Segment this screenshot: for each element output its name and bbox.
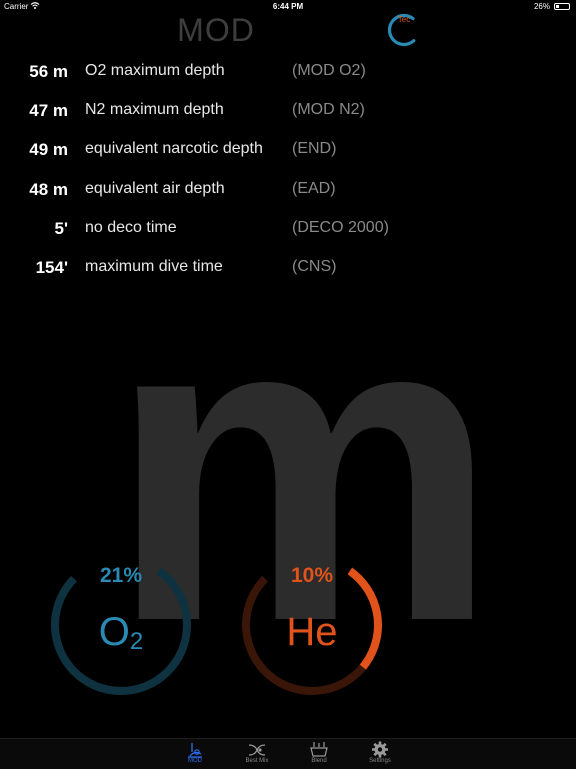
o2-gas-label: O2	[98, 610, 144, 655]
battery-percent: 26%	[533, 2, 550, 11]
row-abbr: (MOD N2)	[292, 101, 365, 118]
he-percent: 10%	[290, 564, 334, 587]
row-abbr: (MOD O2)	[292, 62, 366, 79]
tab-best-mix[interactable]: Best Mix	[232, 741, 282, 769]
row-deco: 5' no deco time (DECO 2000)	[0, 215, 576, 241]
row-abbr: (CNS)	[292, 258, 337, 275]
gear-icon	[355, 741, 405, 758]
he-gauge[interactable]: 10% He	[237, 564, 387, 714]
row-cns: 154' maximum dive time (CNS)	[0, 254, 576, 280]
he-gas-label: He	[286, 610, 338, 654]
page-title: MOD	[177, 12, 255, 48]
blend-icon	[294, 741, 344, 758]
row-label: no deco time	[85, 219, 177, 236]
row-value: 56 m	[29, 62, 68, 81]
mix-icon	[232, 741, 282, 758]
tab-label: Best Mix	[245, 758, 269, 764]
battery-icon	[554, 3, 570, 10]
row-abbr: (END)	[292, 140, 337, 157]
tab-bar: MOD Best Mix Blend Settings	[0, 738, 576, 769]
tab-mod[interactable]: MOD	[170, 741, 220, 769]
row-value: 47 m	[29, 101, 68, 120]
row-abbr: (EAD)	[292, 180, 336, 197]
tab-label: Blend	[311, 758, 327, 764]
diver-icon	[170, 741, 220, 758]
row-abbr: (DECO 2000)	[292, 219, 389, 236]
row-mod-o2: 56 m O2 maximum depth (MOD O2)	[0, 58, 576, 84]
row-value: 48 m	[29, 180, 68, 199]
row-value: 49 m	[29, 140, 68, 159]
row-label: maximum dive time	[85, 258, 223, 275]
tab-settings[interactable]: Settings	[355, 741, 405, 769]
row-label: N2 maximum depth	[85, 101, 224, 118]
tec-label: Tec	[397, 15, 411, 24]
tec-toggle[interactable]: Tec	[386, 12, 422, 48]
o2-percent: 21%	[99, 564, 143, 587]
row-label: O2 maximum depth	[85, 62, 225, 79]
tab-blend[interactable]: Blend	[294, 741, 344, 769]
status-time: 6:44 PM	[272, 2, 304, 11]
row-end: 49 m equivalent narcotic depth (END)	[0, 136, 576, 162]
o2-gauge[interactable]: 21% O2	[46, 564, 196, 714]
row-value: 5'	[54, 219, 69, 238]
row-value: 154'	[35, 258, 68, 277]
row-label: equivalent narcotic depth	[85, 140, 263, 157]
row-ead: 48 m equivalent air depth (EAD)	[0, 176, 576, 202]
row-label: equivalent air depth	[85, 180, 225, 197]
tab-label: Settings	[369, 758, 391, 764]
tab-label: MOD	[188, 758, 202, 764]
row-mod-n2: 47 m N2 maximum depth (MOD N2)	[0, 97, 576, 123]
